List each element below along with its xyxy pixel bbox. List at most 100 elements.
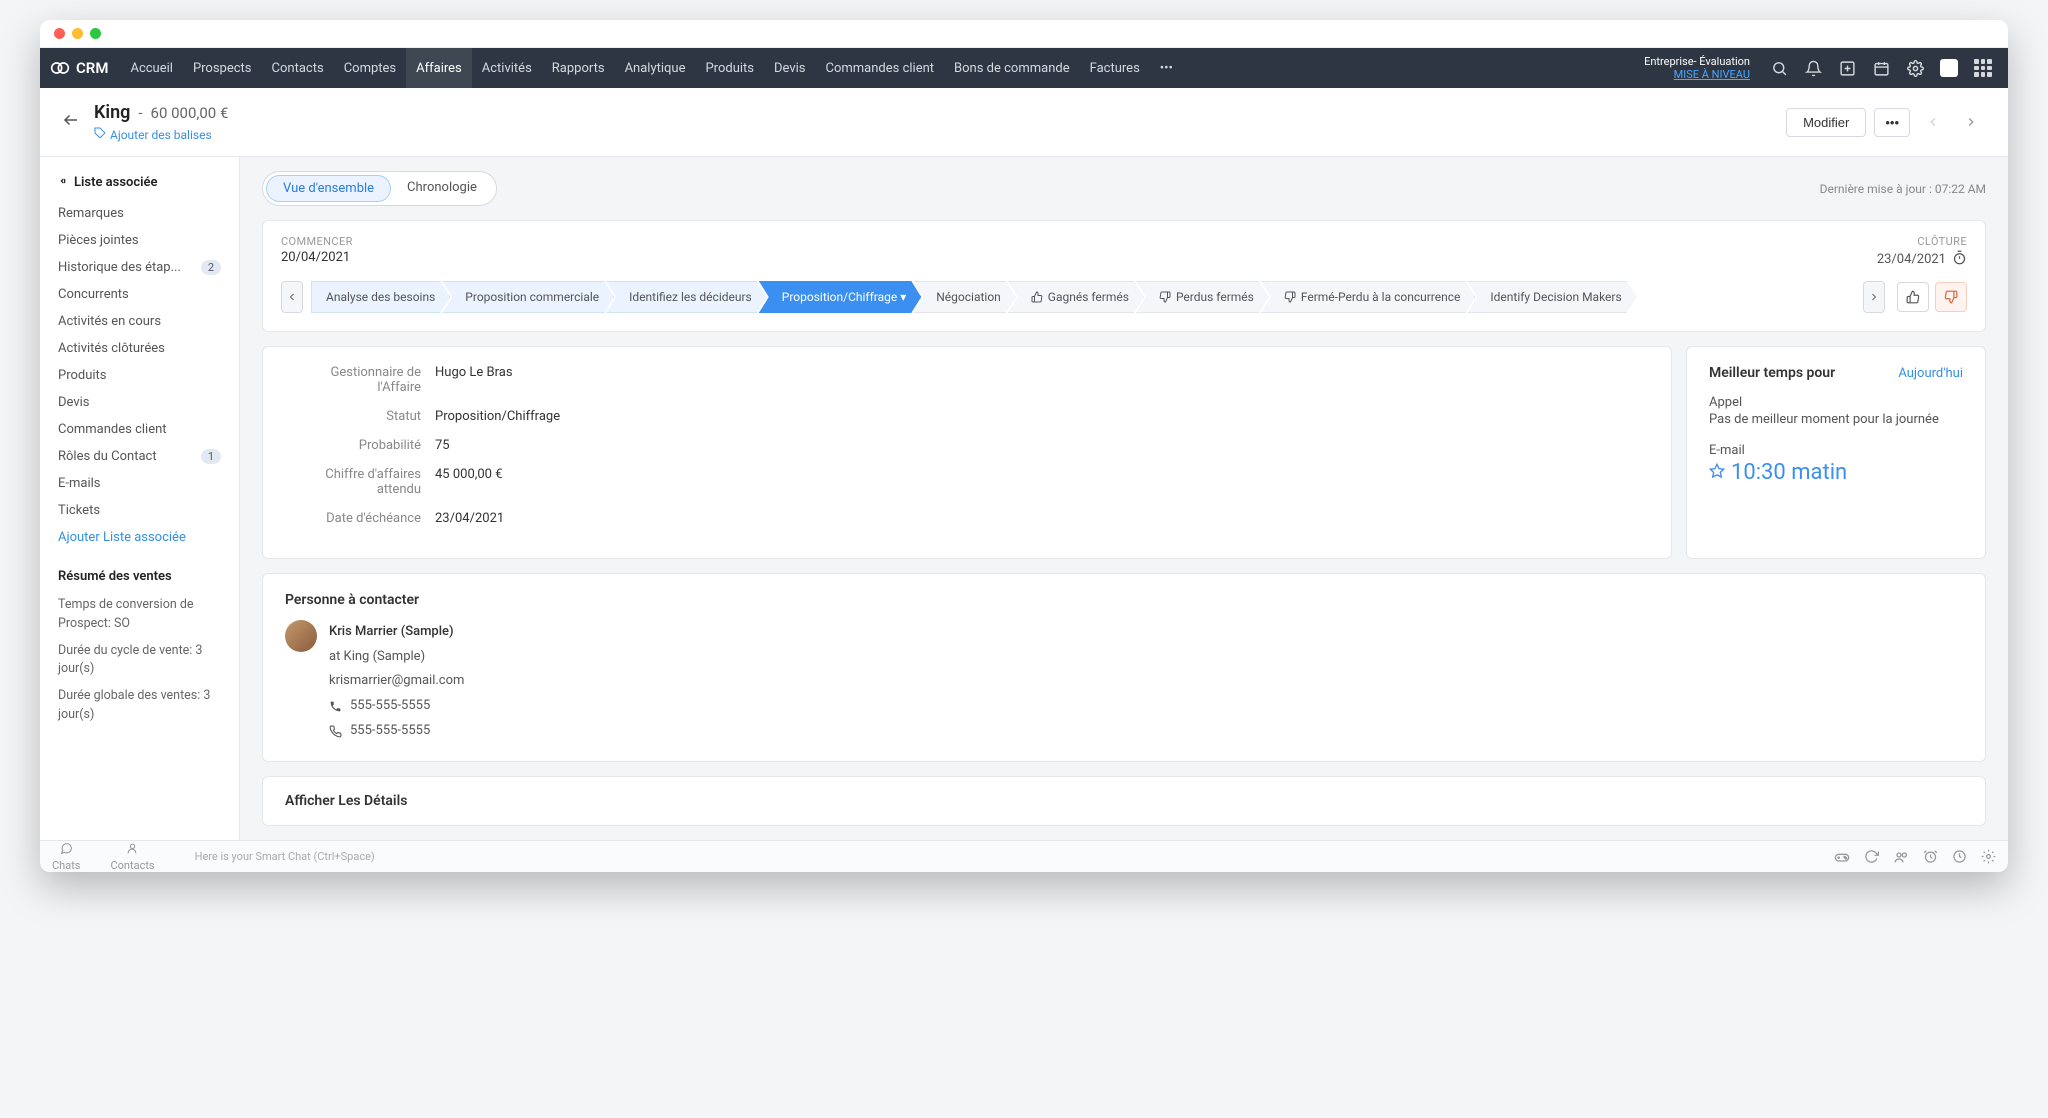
contact-name[interactable]: Kris Marrier (Sample)	[329, 620, 464, 645]
sidebar-item-devis[interactable]: Devis	[40, 389, 239, 416]
sidebar-metric: Durée globale des ventes: 3 jour(s)	[40, 683, 239, 729]
sidebar-item-concurrents[interactable]: Concurrents	[40, 281, 239, 308]
calendar-icon[interactable]	[1866, 53, 1896, 83]
nav-item-accueil[interactable]: Accueil	[120, 48, 182, 88]
stage-close-label: CLÔTURE	[1917, 235, 1967, 248]
content-area: Vue d'ensemble Chronologie Dernière mise…	[240, 157, 2008, 840]
record-name: King	[94, 102, 130, 123]
sidebar-summary-title: Résumé des ventes	[40, 551, 239, 592]
nav-item-produits[interactable]: Produits	[695, 48, 764, 88]
chat-icon	[60, 842, 73, 858]
mac-close-dot[interactable]	[54, 28, 65, 39]
stage-scroll-right[interactable]	[1863, 281, 1885, 313]
gamepad-icon[interactable]	[1834, 849, 1850, 865]
field-value-owner: Hugo Le Bras	[435, 365, 513, 395]
sidebar-item-roles-contact[interactable]: Rôles du Contact1	[40, 443, 239, 470]
nav-item-commandes[interactable]: Commandes client	[816, 48, 945, 88]
thumbs-up-button[interactable]	[1897, 282, 1929, 312]
nav-item-devis[interactable]: Devis	[764, 48, 816, 88]
nav-item-prospects[interactable]: Prospects	[183, 48, 262, 88]
nav-item-affaires[interactable]: Affaires	[406, 48, 472, 88]
search-icon[interactable]	[1764, 53, 1794, 83]
history-icon[interactable]	[1952, 849, 1967, 865]
gear-icon[interactable]	[1900, 53, 1930, 83]
stage-seg-chiffrage[interactable]: Proposition/Chiffrage ▾	[759, 281, 921, 313]
besttime-today-link[interactable]: Aujourd'hui	[1898, 366, 1963, 381]
nav-more-icon[interactable]: •••	[1150, 48, 1183, 88]
phone-outline-icon	[329, 725, 342, 738]
sidebar-metric: Temps de conversion de Prospect: SO	[40, 592, 239, 638]
back-arrow-icon[interactable]	[62, 111, 80, 133]
sidebar-list-title: Liste associée	[40, 171, 239, 200]
besttime-email-time: 10:30 matin	[1709, 460, 1963, 485]
apps-grid-icon[interactable]	[1968, 53, 1998, 83]
more-actions-button[interactable]: •••	[1874, 108, 1910, 137]
view-tabs: Vue d'ensemble Chronologie	[262, 171, 497, 206]
sidebar-item-tickets[interactable]: Tickets	[40, 497, 239, 524]
users-icon[interactable]	[1893, 849, 1909, 865]
stage-seg-identify[interactable]: Identify Decision Makers	[1467, 281, 1636, 313]
refresh-icon[interactable]	[1864, 849, 1879, 865]
bottom-chats[interactable]: Chats	[52, 842, 80, 872]
contact-phone-2[interactable]: 555-555-5555	[350, 719, 430, 744]
sidebar-item-pieces-jointes[interactable]: Pièces jointes	[40, 227, 239, 254]
brand-icon	[50, 58, 70, 78]
stage-seg-perdus[interactable]: Perdus fermés	[1136, 281, 1269, 313]
plus-icon[interactable]	[1832, 53, 1862, 83]
nav-item-analytique[interactable]: Analytique	[615, 48, 696, 88]
avatar-icon[interactable]	[1934, 53, 1964, 83]
nav-right: Entreprise- Évaluation MISE À NIVEAU	[1644, 53, 1998, 83]
alarm-icon[interactable]	[1923, 849, 1938, 865]
enterprise-label: Entreprise- Évaluation	[1644, 55, 1750, 68]
nav-item-bons[interactable]: Bons de commande	[944, 48, 1080, 88]
field-value-probability: 75	[435, 438, 450, 453]
stage-seg-perdu-concurrence[interactable]: Fermé-Perdu à la concurrence	[1261, 281, 1476, 313]
sidebar-add-list[interactable]: Ajouter Liste associée	[40, 524, 239, 551]
field-value-revenue: 45 000,00 €	[435, 467, 502, 497]
tab-timeline[interactable]: Chronologie	[391, 175, 493, 202]
stage-start-date: 20/04/2021	[281, 250, 350, 269]
next-record-button[interactable]	[1956, 107, 1986, 137]
nav-item-activites[interactable]: Activités	[472, 48, 542, 88]
stage-seg-decideurs[interactable]: Identifiez les décideurs	[606, 281, 767, 313]
thumbs-down-button[interactable]	[1935, 282, 1967, 312]
tab-overview[interactable]: Vue d'ensemble	[266, 175, 391, 202]
bell-icon[interactable]	[1798, 53, 1828, 83]
phone-solid-icon	[329, 700, 342, 713]
sidebar-item-produits[interactable]: Produits	[40, 362, 239, 389]
stage-seg-gagnes[interactable]: Gagnés fermés	[1008, 281, 1144, 313]
upgrade-link[interactable]: MISE À NIVEAU	[1674, 68, 1750, 81]
brand[interactable]: CRM	[50, 58, 108, 78]
last-updated: Dernière mise à jour : 07:22 AM	[1820, 182, 1986, 196]
mac-min-dot[interactable]	[72, 28, 83, 39]
nav-item-factures[interactable]: Factures	[1080, 48, 1150, 88]
sidebar-item-remarques[interactable]: Remarques	[40, 200, 239, 227]
thumbs-down-icon	[1159, 291, 1171, 303]
contact-phone-1[interactable]: 555-555-5555	[350, 694, 430, 719]
stage-seg-analyse[interactable]: Analyse des besoins	[311, 281, 450, 313]
nav-item-rapports[interactable]: Rapports	[542, 48, 615, 88]
collapse-icon[interactable]	[58, 175, 68, 190]
sidebar-item-activites-cloturees[interactable]: Activités clôturées	[40, 335, 239, 362]
sidebar-item-emails[interactable]: E-mails	[40, 470, 239, 497]
sidebar-item-activites-cours[interactable]: Activités en cours	[40, 308, 239, 335]
mac-max-dot[interactable]	[90, 28, 101, 39]
brand-label: CRM	[76, 59, 108, 77]
nav-item-contacts[interactable]: Contacts	[262, 48, 334, 88]
contact-email[interactable]: krismarrier@gmail.com	[329, 669, 464, 694]
stage-seg-negociation[interactable]: Négociation	[913, 281, 1016, 313]
settings-icon[interactable]	[1981, 849, 1996, 865]
sidebar-item-historique[interactable]: Historique des étap...2	[40, 254, 239, 281]
nav-item-comptes[interactable]: Comptes	[334, 48, 406, 88]
contact-section-title: Personne à contacter	[285, 592, 1963, 608]
stage-scroll-left[interactable]	[281, 281, 303, 313]
show-details-toggle[interactable]: Afficher Les Détails	[262, 776, 1986, 826]
badge: 1	[201, 449, 221, 464]
add-tags-link[interactable]: Ajouter des balises	[94, 127, 228, 142]
stage-bar: Analyse des besoins Proposition commerci…	[311, 281, 1855, 313]
bottom-contacts[interactable]: Contacts	[110, 842, 154, 872]
contact-avatar[interactable]	[285, 620, 317, 652]
modify-button[interactable]: Modifier	[1786, 108, 1866, 137]
sidebar-item-commandes[interactable]: Commandes client	[40, 416, 239, 443]
stage-seg-proposition-comm[interactable]: Proposition commerciale	[442, 281, 614, 313]
